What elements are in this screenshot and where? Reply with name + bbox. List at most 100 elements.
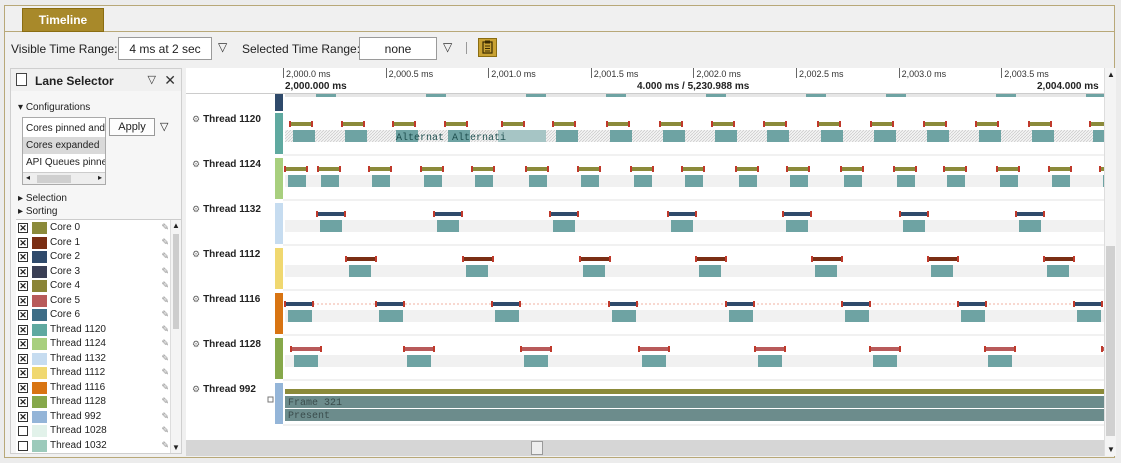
tab-timeline[interactable]: Timeline: [22, 8, 104, 32]
event-marker-bar[interactable]: [812, 257, 842, 261]
selection-section[interactable]: ▸ Selection: [18, 193, 67, 204]
event-marker-bar[interactable]: [502, 122, 524, 126]
lane-checkbox[interactable]: ✕: [18, 411, 28, 422]
event-marker-bar[interactable]: [1029, 122, 1051, 126]
event-bar[interactable]: [583, 265, 605, 277]
event-marker-red[interactable]: [316, 211, 318, 217]
event-bar[interactable]: [288, 310, 312, 322]
event-marker-red[interactable]: [579, 256, 581, 262]
selected-range-dropdown-icon[interactable]: ▽: [443, 40, 452, 54]
event-marker-red[interactable]: [695, 256, 697, 262]
event-marker-bar[interactable]: [285, 302, 313, 306]
event-marker-red[interactable]: [550, 346, 552, 352]
timeline-horizontal-scrollbar[interactable]: [186, 440, 1104, 456]
event-marker-red[interactable]: [1073, 301, 1075, 307]
event-marker-red[interactable]: [668, 346, 670, 352]
event-marker-bar[interactable]: [660, 122, 682, 126]
event-marker-red[interactable]: [733, 121, 735, 127]
scroll-down-icon[interactable]: ▼: [172, 443, 180, 452]
event-marker-red[interactable]: [345, 256, 347, 262]
event-marker-bar[interactable]: [870, 347, 900, 351]
event-marker-red[interactable]: [811, 256, 813, 262]
event-marker-red[interactable]: [312, 301, 314, 307]
event-bar[interactable]: [285, 389, 1104, 394]
event-marker-bar[interactable]: [607, 122, 629, 126]
event-bar[interactable]: [845, 310, 869, 322]
gear-icon[interactable]: ⚙: [192, 294, 200, 304]
event-marker-red[interactable]: [841, 301, 843, 307]
pin-icon[interactable]: ✎: [161, 411, 169, 422]
event-bar[interactable]: [873, 355, 897, 367]
event-bar[interactable]: [927, 130, 949, 142]
event-bar[interactable]: [979, 130, 1001, 142]
lane-item[interactable]: Thread 1028 ✎: [16, 424, 171, 439]
event-marker-red[interactable]: [414, 121, 416, 127]
event-marker-red[interactable]: [711, 121, 713, 127]
event-marker-red[interactable]: [574, 121, 576, 127]
event-bar[interactable]: [767, 130, 789, 142]
event-bar[interactable]: [961, 310, 985, 322]
event-marker-red[interactable]: [899, 346, 901, 352]
event-bar[interactable]: [553, 220, 575, 232]
event-marker-bar[interactable]: [376, 302, 404, 306]
scroll-up-icon[interactable]: ▲: [172, 221, 180, 230]
event-bar[interactable]: [699, 265, 721, 277]
event-bar[interactable]: [715, 130, 737, 142]
lane-item[interactable]: ✕ Core 3 ✎: [16, 265, 171, 280]
lane-checkbox[interactable]: ✕: [18, 237, 28, 248]
config-horizontal-scrollbar[interactable]: ◂ ▸: [23, 172, 105, 184]
event-marker-bar[interactable]: [787, 167, 809, 171]
event-bar[interactable]: [663, 130, 685, 142]
event-marker-bar[interactable]: [871, 122, 893, 126]
event-marker-red[interactable]: [403, 301, 405, 307]
event-marker-red[interactable]: [893, 166, 895, 172]
gear-icon[interactable]: ⚙: [192, 339, 200, 349]
event-bar[interactable]: [475, 175, 493, 187]
event-marker-bar[interactable]: [783, 212, 811, 216]
event-bar[interactable]: [556, 130, 578, 142]
event-bar[interactable]: [316, 94, 336, 97]
lane-item[interactable]: ✕ Core 0 ✎: [16, 221, 171, 236]
event-marker-bar[interactable]: [291, 347, 321, 351]
scroll-thumb[interactable]: [1106, 246, 1115, 436]
event-bar[interactable]: [729, 310, 753, 322]
event-bar[interactable]: [844, 175, 862, 187]
event-marker-red[interactable]: [1101, 301, 1103, 307]
scroll-thumb[interactable]: [531, 441, 543, 455]
event-marker-red[interactable]: [1043, 211, 1045, 217]
lane-item[interactable]: ✕ Core 6 ✎: [16, 308, 171, 323]
selected-range-input[interactable]: none: [359, 37, 437, 60]
event-label[interactable]: Alternat: [396, 132, 444, 144]
event-marker-red[interactable]: [547, 166, 549, 172]
event-marker-red[interactable]: [1014, 346, 1016, 352]
lane-checkbox[interactable]: ✕: [18, 252, 28, 262]
event-marker-red[interactable]: [433, 346, 435, 352]
event-marker-bar[interactable]: [894, 167, 916, 171]
event-bar[interactable]: [903, 220, 925, 232]
lane-checkbox[interactable]: ✕: [18, 382, 28, 393]
event-marker-red[interactable]: [957, 256, 959, 262]
timeline-vertical-scrollbar[interactable]: ▲ ▼: [1104, 68, 1116, 456]
event-bar[interactable]: [897, 175, 915, 187]
event-marker-red[interactable]: [1073, 256, 1075, 262]
pin-icon[interactable]: ✎: [161, 295, 169, 306]
event-bar[interactable]: [706, 94, 726, 97]
event-bar[interactable]: [1000, 175, 1018, 187]
event-marker-red[interactable]: [636, 301, 638, 307]
event-bar[interactable]: [372, 175, 390, 187]
event-marker-bar[interactable]: [342, 122, 364, 126]
event-marker-red[interactable]: [375, 301, 377, 307]
lane-item[interactable]: ✕ Thread 992 ✎: [16, 410, 171, 425]
event-marker-bar[interactable]: [1074, 302, 1102, 306]
event-bar[interactable]: [320, 220, 342, 232]
event-marker-red[interactable]: [785, 121, 787, 127]
gear-icon[interactable]: ⚙: [192, 114, 200, 124]
event-marker-red[interactable]: [311, 121, 313, 127]
event-bar[interactable]: [815, 265, 837, 277]
event-marker-bar[interactable]: [550, 212, 578, 216]
timeline-tracks[interactable]: Alternat Alternati Frame 321 Present: [186, 94, 1104, 439]
lane-item[interactable]: ✕ Core 1 ✎: [16, 236, 171, 251]
timeline-view[interactable]: 2,000.000 ms 4.000 ms / 5,230.988 ms 2,0…: [186, 68, 1116, 456]
event-marker-red[interactable]: [599, 166, 601, 172]
event-marker-red[interactable]: [284, 301, 286, 307]
